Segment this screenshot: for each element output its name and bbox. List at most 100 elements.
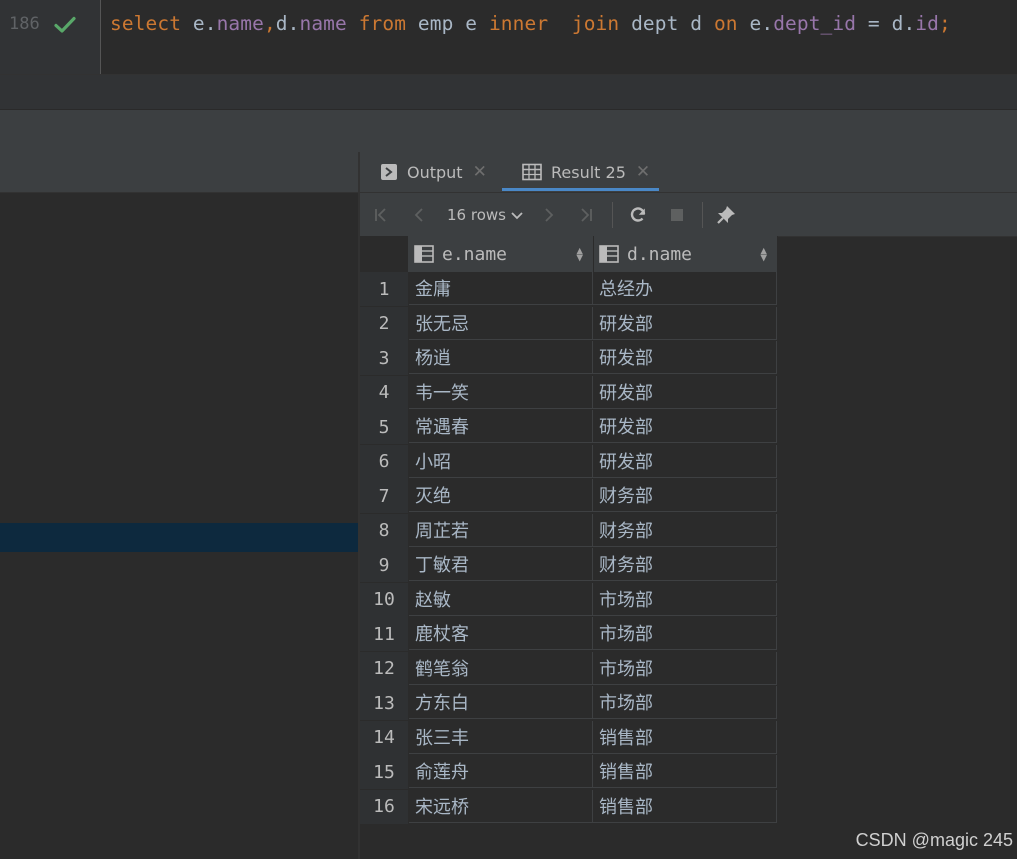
code-token: name (299, 12, 347, 35)
row-number: 3 (360, 341, 408, 375)
cell-e-name[interactable]: 丁敏君 (409, 548, 593, 581)
cell-e-name[interactable]: 韦一笑 (409, 375, 593, 409)
cell-d-name[interactable]: 研发部 (593, 306, 777, 340)
sort-icon[interactable]: ▲ ▼ (576, 245, 583, 263)
column-header-e-name[interactable]: e.name ▲ ▼ (408, 236, 594, 272)
cell-d-name[interactable]: 财务部 (593, 548, 777, 581)
table-row[interactable]: 11 鹿杖客 市场部 (360, 617, 777, 652)
cell-e-name[interactable]: 常遇春 (409, 410, 593, 443)
table-row[interactable]: 16 宋远桥 销售部 (360, 789, 777, 825)
row-number: 9 (360, 548, 408, 582)
stop-icon[interactable] (666, 193, 688, 236)
sql-code-line[interactable]: select e.name,d.name from emp e inner jo… (110, 12, 951, 35)
cell-d-name[interactable]: 研发部 (593, 375, 777, 409)
cell-e-name[interactable]: 周芷若 (409, 513, 593, 547)
result-panel: Output ✕ Result 25 ✕ 16 rows e.name ▲ ▼ … (360, 152, 1017, 859)
code-token: emp e (406, 12, 489, 35)
cell-d-name[interactable]: 研发部 (593, 444, 777, 478)
previous-page-icon[interactable] (408, 193, 430, 236)
close-icon[interactable]: ✕ (473, 162, 487, 182)
first-page-icon[interactable] (370, 193, 392, 236)
cell-e-name[interactable]: 小昭 (409, 444, 593, 478)
row-number: 1 (360, 272, 408, 306)
table-row[interactable]: 3 杨逍 研发部 (360, 341, 777, 376)
cell-d-name[interactable]: 总经办 (593, 272, 777, 305)
close-icon[interactable]: ✕ (636, 162, 650, 182)
grid-header: e.name ▲ ▼ d.name ▲ ▼ (360, 236, 778, 272)
last-page-icon[interactable] (575, 193, 597, 236)
cell-d-name[interactable]: 销售部 (593, 720, 777, 754)
active-tab-indicator (502, 188, 659, 191)
table-row[interactable]: 9 丁敏君 财务部 (360, 548, 777, 583)
code-token: , (263, 12, 276, 35)
cell-d-name[interactable]: 销售部 (593, 755, 777, 788)
table-row[interactable]: 15 俞莲舟 销售部 (360, 755, 777, 790)
table-row[interactable]: 13 方东白 市场部 (360, 686, 777, 721)
table-row[interactable]: 1 金庸 总经办 (360, 272, 777, 307)
services-tree-selected-row[interactable] (0, 523, 358, 552)
row-number: 2 (360, 306, 408, 341)
table-row[interactable]: 14 张三丰 销售部 (360, 720, 777, 756)
cell-e-name[interactable]: 张三丰 (409, 720, 593, 754)
row-number: 6 (360, 444, 408, 479)
code-token: = d. (856, 12, 916, 35)
toolbar-separator (612, 202, 613, 228)
check-icon (54, 16, 76, 33)
row-number: 16 (360, 789, 408, 824)
cell-d-name[interactable]: 研发部 (593, 410, 777, 443)
tab-result[interactable]: Result 25 ✕ (522, 152, 650, 192)
cell-d-name[interactable]: 销售部 (593, 789, 777, 823)
code-token: dept d (619, 12, 714, 35)
refresh-icon[interactable] (626, 193, 650, 236)
cell-e-name[interactable]: 赵敏 (409, 582, 593, 616)
sort-icon[interactable]: ▲ ▼ (760, 245, 767, 263)
table-row[interactable]: 12 鹤笔翁 市场部 (360, 651, 777, 687)
cell-e-name[interactable]: 俞莲舟 (409, 755, 593, 788)
pin-icon[interactable] (714, 193, 738, 236)
column-header-d-name[interactable]: d.name ▲ ▼ (593, 236, 778, 272)
table-row[interactable]: 5 常遇春 研发部 (360, 410, 777, 445)
cell-e-name[interactable]: 宋远桥 (409, 789, 593, 823)
cell-e-name[interactable]: 方东白 (409, 686, 593, 719)
table-row[interactable]: 8 周芷若 财务部 (360, 513, 777, 549)
cell-e-name[interactable]: 金庸 (409, 272, 593, 305)
table-row[interactable]: 2 张无忌 研发部 (360, 306, 777, 342)
table-row[interactable]: 10 赵敏 市场部 (360, 582, 777, 618)
tab-output[interactable]: Output ✕ (380, 152, 487, 192)
cell-d-name[interactable]: 市场部 (593, 651, 777, 685)
result-tab-bar: Output ✕ Result 25 ✕ (360, 152, 1017, 193)
cell-e-name[interactable]: 张无忌 (409, 306, 593, 340)
tab-result-label: Result 25 (551, 162, 626, 182)
code-token: inner (488, 12, 549, 35)
code-token: join (571, 12, 620, 35)
table-row[interactable]: 4 韦一笑 研发部 (360, 375, 777, 411)
row-number: 12 (360, 651, 408, 686)
cell-d-name[interactable]: 市场部 (593, 617, 777, 650)
column-header-label: e.name (442, 243, 508, 265)
cell-d-name[interactable]: 财务部 (593, 513, 777, 547)
code-token: from (358, 12, 407, 35)
result-toolbar: 16 rows (360, 193, 1017, 237)
row-number: 7 (360, 479, 408, 513)
cell-e-name[interactable]: 鹤笔翁 (409, 651, 593, 685)
sql-editor[interactable]: 186 select e.name,d.name from emp e inne… (0, 0, 1017, 75)
cell-e-name[interactable]: 鹿杖客 (409, 617, 593, 650)
rows-count-dropdown[interactable]: 16 rows (447, 193, 524, 236)
toolbar-separator (702, 202, 703, 228)
next-page-icon[interactable] (538, 193, 560, 236)
column-header-label: d.name (627, 243, 693, 265)
code-token: name (216, 12, 264, 35)
cell-d-name[interactable]: 财务部 (593, 479, 777, 512)
row-number: 8 (360, 513, 408, 548)
table-row[interactable]: 7 灭绝 财务部 (360, 479, 777, 514)
cell-d-name[interactable]: 研发部 (593, 341, 777, 374)
code-token: e. (737, 12, 774, 35)
table-row[interactable]: 6 小昭 研发部 (360, 444, 777, 480)
cell-d-name[interactable]: 市场部 (593, 686, 777, 719)
cell-e-name[interactable]: 灭绝 (409, 479, 593, 512)
cell-e-name[interactable]: 杨逍 (409, 341, 593, 374)
chevron-down-icon (511, 211, 523, 219)
cell-d-name[interactable]: 市场部 (593, 582, 777, 616)
table-icon (522, 163, 542, 181)
